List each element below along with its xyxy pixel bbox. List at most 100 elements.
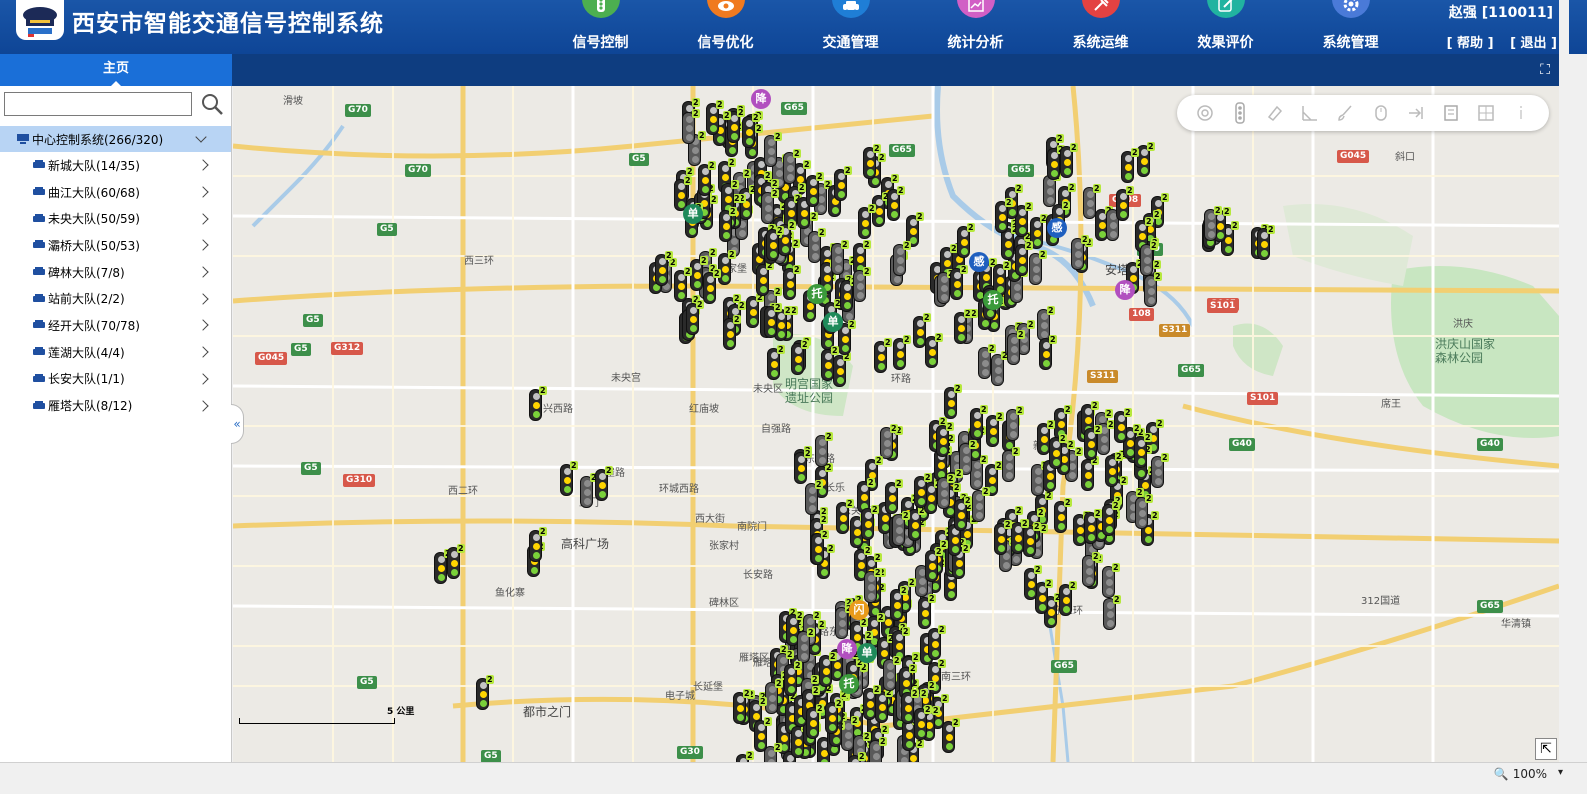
tree-item[interactable]: 经开大队(70/78) (0, 312, 231, 339)
traffic-signal-icon[interactable]: 2 (858, 204, 876, 239)
nav-item-3[interactable]: 统计分析 (913, 0, 1038, 54)
traffic-signal-icon[interactable]: 2 (1029, 250, 1047, 285)
chevron-right-icon[interactable] (197, 266, 209, 278)
traffic-signal-icon[interactable]: 2 (1134, 433, 1152, 468)
traffic-signal-icon[interactable]: 2 (944, 384, 962, 419)
traffic-signal-icon[interactable]: 2 (690, 256, 708, 291)
traffic-signal-icon[interactable]: 2 (764, 132, 782, 167)
traffic-signal-icon[interactable]: 2 (784, 661, 802, 696)
traffic-signal-icon[interactable]: 2 (835, 604, 853, 639)
tree-item[interactable]: 雁塔大队(8/12) (0, 392, 231, 419)
traffic-signal-icon[interactable]: 2 (892, 511, 910, 546)
traffic-signal-icon[interactable]: 2 (950, 265, 968, 300)
traffic-signal-icon[interactable]: 2 (954, 496, 972, 531)
traffic-signal-icon[interactable]: 2 (914, 473, 932, 508)
traffic-signal-icon[interactable]: 2 (703, 269, 721, 304)
traffic-signal-icon[interactable]: 2 (825, 699, 843, 734)
traffic-signal-icon[interactable]: 2 (1023, 522, 1041, 557)
device-marker[interactable]: 闪 (849, 600, 869, 620)
traffic-signal-icon[interactable]: 2 (972, 487, 990, 522)
chevron-right-icon[interactable] (197, 319, 209, 332)
traffic-signal-icon[interactable]: 2 (863, 685, 881, 720)
tab-home[interactable]: 主页 (0, 54, 232, 86)
traffic-signal-icon[interactable]: 2 (908, 506, 926, 541)
traffic-signal-icon[interactable]: 2 (1102, 563, 1120, 598)
tree-item[interactable]: 长安大队(1/1) (0, 366, 231, 393)
traffic-signal-icon[interactable]: 2 (580, 473, 598, 508)
traffic-signal-icon[interactable]: 2 (1084, 509, 1102, 544)
traffic-signal-icon[interactable]: 2 (831, 240, 849, 275)
traffic-signal-icon[interactable]: 2 (791, 340, 809, 375)
traffic-signal-icon[interactable]: 2 (887, 186, 905, 221)
chevron-right-icon[interactable] (197, 186, 209, 198)
device-marker[interactable]: 降 (1115, 280, 1135, 300)
traffic-signal-icon[interactable]: 2 (883, 656, 901, 691)
traffic-signal-icon[interactable]: 2 (447, 544, 465, 579)
traffic-signal-icon[interactable]: 2 (706, 100, 724, 135)
traffic-signal-icon[interactable]: 2 (806, 172, 824, 207)
nav-item-5[interactable]: 效果评价 (1163, 0, 1288, 54)
traffic-signal-icon[interactable]: 2 (1039, 335, 1057, 370)
traffic-signal-icon[interactable]: 2 (756, 261, 774, 296)
traffic-signal-icon[interactable]: 2 (1049, 434, 1067, 469)
nav-item-1[interactable]: 信号优化 (663, 0, 788, 54)
traffic-signal-icon[interactable]: 2 (1114, 408, 1132, 443)
traffic-signal-icon[interactable]: 2 (742, 113, 760, 148)
traffic-signal-icon[interactable]: 2 (1257, 225, 1275, 260)
device-marker[interactable]: 托 (807, 284, 827, 304)
traffic-signal-icon[interactable]: 2 (1204, 206, 1222, 241)
traffic-signal-icon[interactable]: 2 (1007, 330, 1025, 365)
traffic-signal-icon[interactable]: 2 (978, 344, 996, 379)
traffic-signal-icon[interactable]: 2 (925, 547, 943, 582)
traffic-signal-icon[interactable]: 2 (1060, 143, 1078, 178)
traffic-signal-icon[interactable]: 2 (682, 109, 700, 144)
device-marker[interactable]: 托 (983, 290, 1003, 310)
brush-icon[interactable] (1328, 95, 1363, 131)
chevron-right-icon[interactable] (197, 239, 209, 252)
traffic-signal-icon[interactable]: 2 (840, 277, 858, 312)
traffic-signal-icon[interactable]: 2 (861, 505, 879, 540)
tree-item[interactable]: 灞桥大队(50/53) (0, 232, 231, 259)
traffic-signal-icon[interactable]: 2 (476, 675, 494, 710)
traffic-signal-icon[interactable]: 2 (783, 149, 801, 184)
traffic-signal-icon[interactable]: 2 (783, 265, 801, 300)
traffic-signal-icon[interactable]: 2 (1081, 456, 1099, 491)
map-view[interactable]: 洪庆山国家 森林公园 明宫国家 遗址公园 高科广场 都市之门 安塔 兴西路 未央宫 红庙坡 自强… (233, 86, 1559, 762)
traffic-signal-icon[interactable]: 2 (848, 752, 866, 762)
grid-icon[interactable] (1469, 95, 1504, 131)
chevron-right-icon[interactable] (197, 159, 209, 172)
device-marker[interactable]: 托 (839, 674, 859, 694)
chevron-right-icon[interactable] (197, 399, 209, 412)
chevron-right-icon[interactable] (197, 373, 209, 385)
search-input[interactable] (4, 92, 192, 116)
traffic-signal-icon[interactable]: 2 (655, 251, 673, 286)
traffic-signal-icon[interactable]: 2 (991, 351, 1009, 386)
traffic-signal-icon[interactable]: 2 (874, 338, 892, 373)
zoom-dropdown-icon[interactable]: ▾ (1558, 767, 1563, 778)
traffic-signal-icon[interactable]: 2 (1015, 241, 1033, 276)
device-marker[interactable]: 单 (857, 643, 877, 663)
traffic-signal-icon[interactable]: 2 (1135, 494, 1153, 529)
traffic-signal-icon[interactable]: 2 (869, 737, 887, 762)
traffic-signal-icon[interactable]: 2 (1054, 498, 1072, 533)
chevron-down-icon[interactable] (195, 131, 207, 143)
traffic-signal-icon[interactable]: 2 (1102, 501, 1120, 536)
traffic-signal-icon[interactable]: 2 (834, 166, 852, 201)
traffic-signal-icon[interactable]: 2 (1103, 595, 1121, 630)
traffic-signal-icon[interactable]: 2 (836, 499, 854, 534)
info-icon[interactable] (1504, 95, 1539, 131)
report-icon[interactable] (1433, 95, 1468, 131)
traffic-signal-icon[interactable]: 2 (529, 386, 547, 421)
traffic-signal-icon[interactable]: 2 (1082, 552, 1100, 587)
search-icon[interactable] (200, 92, 224, 116)
traffic-signal-icon[interactable]: 2 (733, 689, 751, 724)
tree-root[interactable]: 中心控制系统(266/320) (0, 126, 231, 152)
traffic-signal-icon[interactable]: 2 (833, 352, 851, 387)
traffic-signal-icon[interactable]: 2 (1006, 406, 1024, 441)
tree-item[interactable]: 站前大队(2/2) (0, 285, 231, 312)
traffic-signal-icon[interactable]: 2 (808, 228, 826, 263)
vertical-scrollbar[interactable] (1559, 0, 1569, 762)
traffic-signal-icon[interactable]: 2 (901, 689, 919, 724)
tree-item[interactable]: 碑林大队(7/8) (0, 259, 231, 286)
traffic-signal-icon[interactable]: 2 (880, 424, 898, 459)
